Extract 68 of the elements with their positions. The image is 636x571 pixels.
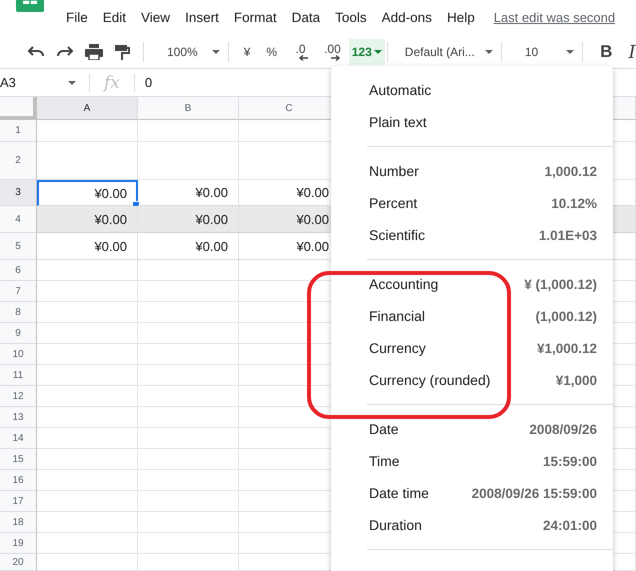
table-cell[interactable]: ¥0.00 — [37, 233, 138, 260]
table-cell[interactable]: ¥0.00 — [138, 206, 239, 233]
column-header[interactable]: A — [37, 97, 138, 120]
format-example: 2008/09/26 15:59:00 — [472, 486, 597, 500]
column-header[interactable]: B — [138, 97, 239, 120]
italic-button[interactable]: I — [622, 39, 636, 65]
row-header[interactable]: 6 — [0, 260, 37, 281]
menu-option[interactable]: Time 15:59:00 — [331, 445, 613, 477]
menu-item[interactable]: File — [58, 9, 95, 27]
last-edit-link[interactable]: Last edit was second — [494, 9, 616, 27]
format-example: 1.01E+03 — [538, 228, 597, 242]
format-example: (1,000.12) — [535, 308, 597, 324]
menu-option[interactable]: Accounting ¥ (1,000.12) — [331, 268, 613, 300]
menu-item[interactable]: Format — [226, 9, 284, 27]
row-header[interactable]: 12 — [0, 386, 37, 407]
menu-item[interactable]: Data — [284, 9, 328, 27]
menu-item[interactable]: Help — [438, 9, 482, 27]
row-header[interactable]: 8 — [0, 302, 37, 323]
row-header[interactable]: 3 — [0, 180, 37, 206]
row-header[interactable]: 5 — [0, 233, 37, 260]
format-example: 2008/09/26 — [529, 422, 597, 436]
row-header[interactable]: 7 — [0, 281, 37, 302]
more-formats-button[interactable]: 123 — [348, 39, 385, 65]
menu-item[interactable]: Edit — [94, 9, 134, 27]
formula-field[interactable]: 0 — [138, 75, 152, 90]
name-box[interactable]: A3 — [0, 75, 85, 90]
row-header[interactable]: 19 — [0, 533, 37, 554]
row-header[interactable]: 1 — [0, 120, 37, 142]
function-icon: fx — [94, 72, 130, 92]
format-example: 15:59:00 — [542, 454, 597, 468]
percent-button[interactable]: % — [258, 39, 286, 65]
menu-option[interactable]: Currency (rounded) ¥1,000 — [331, 364, 613, 396]
row-header[interactable]: 13 — [0, 407, 37, 428]
menu-item[interactable]: View — [133, 9, 178, 27]
row-header[interactable]: 2 — [0, 142, 37, 180]
row-header[interactable]: 10 — [0, 344, 37, 365]
row-header[interactable]: 17 — [0, 491, 37, 512]
row-header[interactable]: 9 — [0, 323, 37, 344]
format-example: 1,000.12 — [544, 164, 597, 178]
row-header[interactable]: 18 — [0, 512, 37, 533]
format-example: ¥ (1,000.12) — [524, 276, 597, 292]
font-size-dropdown[interactable]: 10 — [508, 39, 580, 65]
menu-item[interactable]: Insert — [177, 9, 226, 27]
currency-button[interactable]: ¥ — [236, 39, 258, 65]
bold-button[interactable]: B — [590, 39, 622, 65]
format-example: ¥1,000 — [556, 372, 597, 388]
menu-option[interactable]: Currency ¥1,000.12 — [331, 332, 613, 364]
row-header[interactable]: 11 — [0, 365, 37, 386]
menu-option[interactable]: Financial (1,000.12) — [331, 300, 613, 332]
menu-option[interactable]: Duration 24:01:00 — [331, 509, 613, 541]
format-example: 10.12% — [551, 196, 597, 210]
menu-item[interactable]: Add-ons — [374, 9, 439, 27]
menu-item[interactable]: Tools — [327, 9, 374, 27]
row-header[interactable]: 4 — [0, 206, 37, 233]
zoom-dropdown[interactable]: 100% — [151, 39, 226, 65]
format-example: ¥1,000.12 — [536, 340, 597, 356]
row-header[interactable]: 20 — [0, 554, 37, 571]
table-cell[interactable]: ¥0.00 — [138, 233, 239, 260]
row-header[interactable]: 15 — [0, 449, 37, 470]
row-header[interactable]: 16 — [0, 470, 37, 491]
format-example: 24:01:00 — [542, 518, 597, 532]
increase-decimals-button[interactable]: .00 — [316, 39, 349, 65]
font-dropdown[interactable]: Default (Ari... — [394, 39, 499, 65]
menu-option[interactable]: Date 2008/09/26 — [331, 413, 613, 445]
menu-option[interactable]: Date time 2008/09/26 15:59:00 — [331, 477, 613, 509]
row-header[interactable]: 14 — [0, 428, 37, 449]
table-cell[interactable]: ¥0.00 — [37, 206, 138, 233]
decrease-decimals-button[interactable]: .0 — [285, 39, 316, 65]
